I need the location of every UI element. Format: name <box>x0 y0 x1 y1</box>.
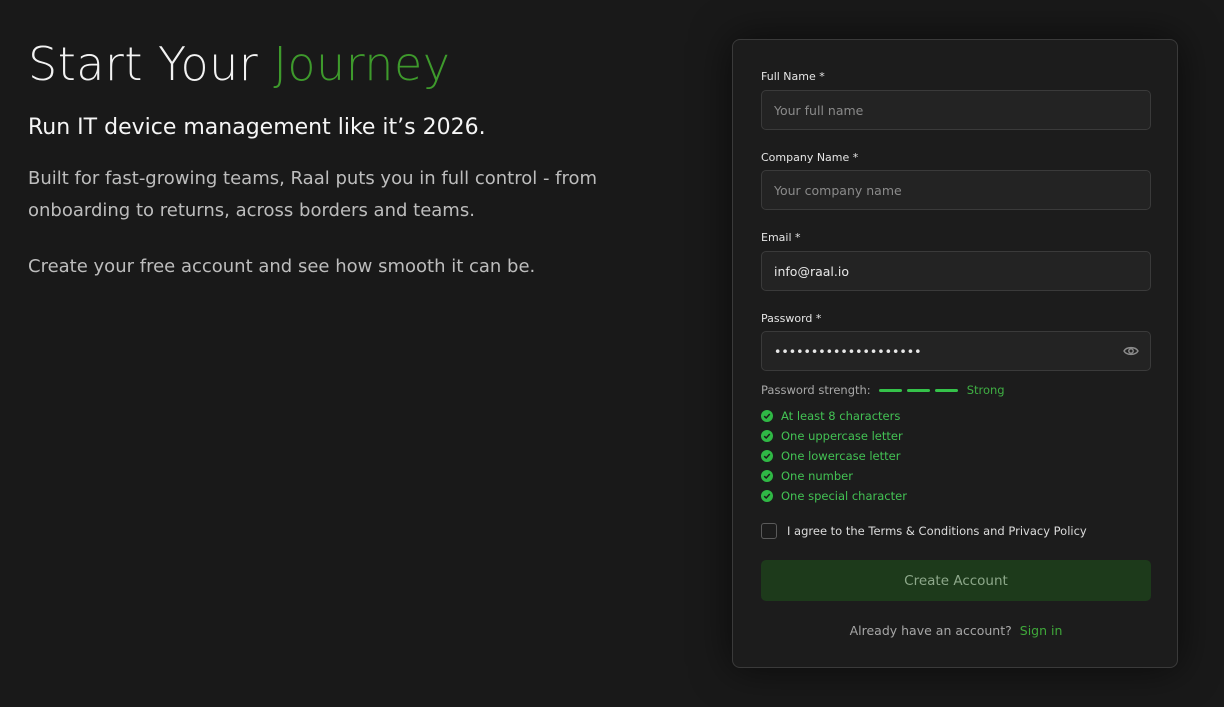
hero-title: Start Your Journey <box>28 36 668 92</box>
password-input[interactable] <box>761 331 1151 371</box>
hero-title-accent: Journey <box>273 37 451 91</box>
strength-bar-segment <box>878 388 902 392</box>
password-strength-level: Strong <box>966 383 1005 397</box>
create-account-button[interactable]: Create Account <box>761 560 1151 601</box>
full-name-label: Full Name * <box>761 70 825 83</box>
requirement-item: One lowercase letter <box>761 446 907 466</box>
requirement-text: One uppercase letter <box>781 429 903 443</box>
terms-agreement: I agree to the Terms & Conditions and Pr… <box>761 523 1087 539</box>
password-strength-label: Password strength: <box>761 383 871 397</box>
hero-description: Built for fast-growing teams, Raal puts … <box>28 168 598 221</box>
strength-bar-segment <box>934 388 958 392</box>
signin-prompt-row: Already have an account? Sign in <box>733 623 1179 638</box>
signup-page: Start Your Journey Run IT device managem… <box>0 0 1224 707</box>
hero-cta-text: Create your free account and see how smo… <box>28 256 536 277</box>
check-circle-icon <box>761 470 773 482</box>
signin-link[interactable]: Sign in <box>1020 623 1063 638</box>
full-name-input[interactable] <box>761 90 1151 130</box>
terms-label: I agree to the Terms & Conditions and Pr… <box>787 524 1087 538</box>
requirement-item: One uppercase letter <box>761 426 907 446</box>
email-input[interactable] <box>761 251 1151 291</box>
company-name-input[interactable] <box>761 170 1151 210</box>
hero-section: Start Your Journey Run IT device managem… <box>28 36 668 283</box>
check-circle-icon <box>761 490 773 502</box>
requirement-item: One number <box>761 466 907 486</box>
requirement-item: One special character <box>761 486 907 506</box>
requirement-text: One lowercase letter <box>781 449 901 463</box>
check-circle-icon <box>761 430 773 442</box>
eye-icon[interactable] <box>1123 343 1141 357</box>
check-circle-icon <box>761 450 773 462</box>
signup-form-card: Full Name * Company Name * Email * Passw… <box>732 39 1178 668</box>
hero-subtitle: Run IT device management like it’s 2026. <box>28 115 486 140</box>
strength-bars <box>878 388 958 392</box>
check-circle-icon <box>761 410 773 422</box>
company-name-label: Company Name * <box>761 151 859 164</box>
password-label: Password * <box>761 312 822 325</box>
requirement-text: At least 8 characters <box>781 409 901 423</box>
terms-checkbox[interactable] <box>761 523 777 539</box>
requirement-text: One special character <box>781 489 907 503</box>
strength-bar-segment <box>906 388 930 392</box>
email-label: Email * <box>761 231 801 244</box>
signin-prompt-text: Already have an account? <box>849 623 1012 638</box>
password-requirements-list: At least 8 characters One uppercase lett… <box>761 406 907 506</box>
hero-title-prefix: Start Your <box>28 37 274 91</box>
requirement-text: One number <box>781 469 853 483</box>
password-strength-meter: Password strength: Strong <box>761 383 1005 397</box>
requirement-item: At least 8 characters <box>761 406 907 426</box>
